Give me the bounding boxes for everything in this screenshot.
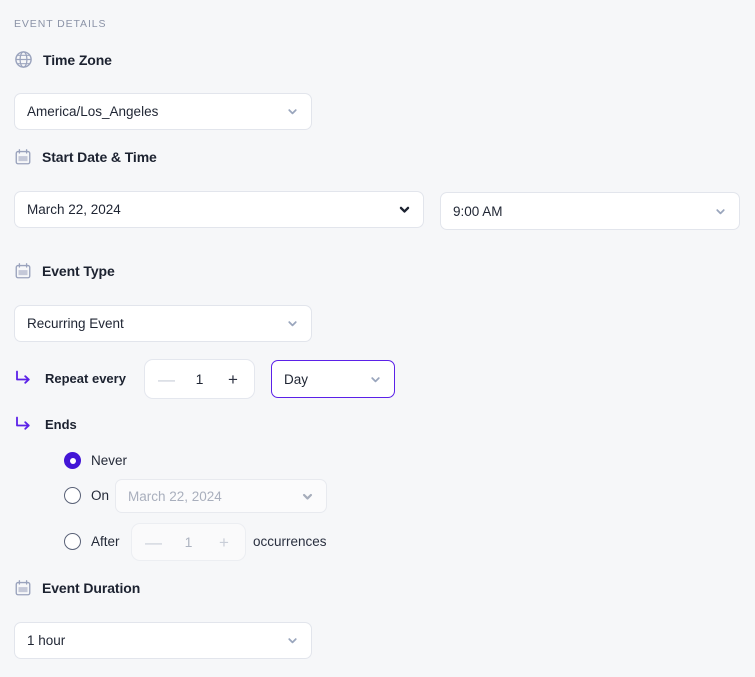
radio-after[interactable] [64, 533, 81, 550]
timezone-select[interactable]: America/Los_Angeles [14, 93, 312, 130]
after-decrement-button[interactable]: — [145, 534, 162, 551]
ends-option-after[interactable]: After [64, 533, 120, 550]
ends-option-after-label: After [91, 534, 120, 549]
ends-label: Ends [45, 416, 77, 432]
start-datetime-label-row: Start Date & Time [14, 148, 157, 166]
after-increment-button[interactable]: + [216, 534, 232, 551]
ends-after-count-stepper[interactable]: — 1 + [131, 523, 246, 561]
repeat-every-label: Repeat every [45, 370, 126, 386]
ends-option-on[interactable]: On [64, 487, 109, 504]
chevron-down-icon [369, 373, 382, 386]
event-type-select[interactable]: Recurring Event [14, 305, 312, 342]
event-details-panel: EVENT DETAILS Time Zone America/Los_Ange… [0, 0, 755, 677]
after-count-value: 1 [184, 534, 193, 550]
event-type-label: Event Type [42, 263, 115, 279]
ends-option-on-label: On [91, 488, 110, 503]
ends-on-date-select[interactable]: March 22, 2024 [115, 479, 327, 513]
start-time-value: 9:00 AM [453, 203, 503, 219]
repeat-interval-value: 1 [195, 371, 204, 387]
event-duration-label-row: Event Duration [14, 579, 140, 597]
repeat-every-row: Repeat every [13, 368, 126, 388]
event-duration-value: 1 hour [27, 633, 66, 648]
repeat-interval-stepper[interactable]: — 1 + [144, 359, 255, 399]
event-duration-select[interactable]: 1 hour [14, 622, 312, 659]
calendar-icon [14, 579, 32, 597]
ends-on-date-placeholder: March 22, 2024 [128, 488, 222, 504]
event-type-label-row: Event Type [14, 262, 115, 280]
timezone-value: America/Los_Angeles [27, 104, 159, 119]
start-datetime-label: Start Date & Time [42, 149, 157, 165]
radio-never[interactable] [64, 452, 81, 469]
calendar-icon [14, 148, 32, 166]
start-time-select[interactable]: 9:00 AM [440, 192, 740, 230]
event-duration-label: Event Duration [42, 580, 141, 596]
start-date-select[interactable]: March 22, 2024 [14, 191, 424, 228]
globe-icon [14, 50, 33, 69]
ends-row: Ends [13, 414, 77, 434]
start-date-value: March 22, 2024 [27, 202, 121, 217]
occurrences-suffix-label: occurrences [253, 534, 327, 549]
chevron-down-icon [398, 203, 411, 216]
chevron-down-icon [286, 317, 299, 330]
calendar-icon [14, 262, 32, 280]
repeat-unit-value: Day [284, 371, 309, 387]
repeat-unit-select[interactable]: Day [271, 360, 395, 398]
chevron-down-icon [286, 634, 299, 647]
repeat-increment-button[interactable]: + [225, 371, 241, 388]
ends-option-never-label: Never [91, 453, 128, 468]
ends-option-never[interactable]: Never [64, 452, 127, 469]
chevron-down-icon [301, 490, 314, 503]
corner-down-right-icon [13, 414, 33, 434]
section-caption: EVENT DETAILS [14, 18, 107, 30]
corner-down-right-icon [13, 368, 33, 388]
timezone-label-row: Time Zone [14, 50, 112, 69]
repeat-decrement-button[interactable]: — [158, 371, 175, 388]
timezone-label: Time Zone [43, 51, 112, 68]
chevron-down-icon [714, 205, 727, 218]
event-type-value: Recurring Event [27, 316, 124, 331]
radio-on[interactable] [64, 487, 81, 504]
chevron-down-icon [286, 105, 299, 118]
